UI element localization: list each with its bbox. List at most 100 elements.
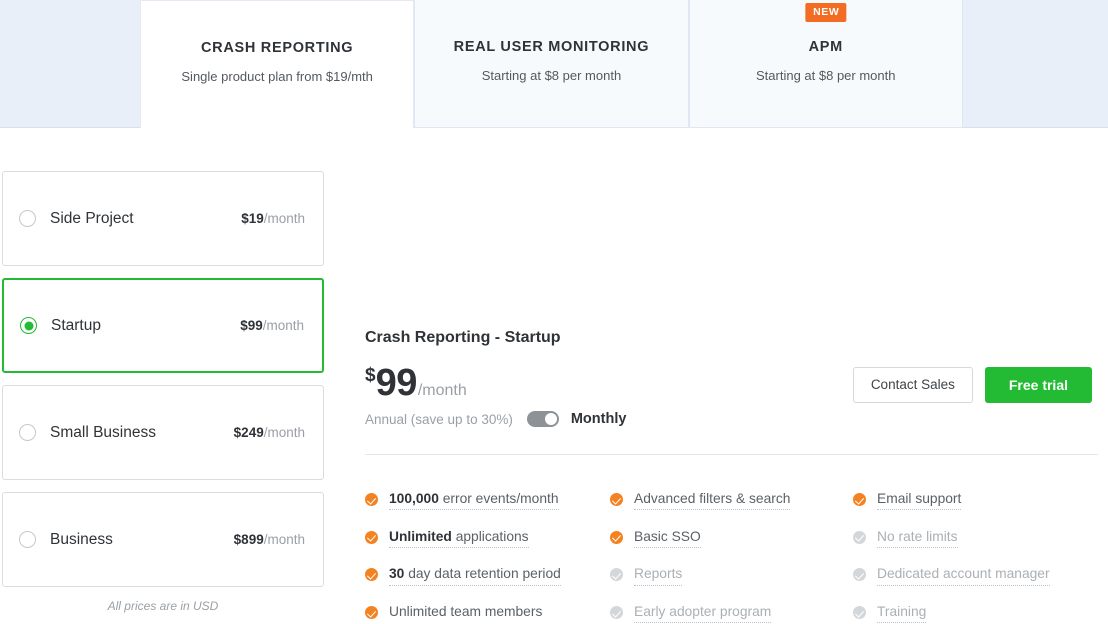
check-circle-disabled-icon (610, 606, 623, 620)
feature-label-text: Unlimited team members (389, 604, 543, 620)
feature-label-text: applications (451, 528, 529, 544)
feature-label[interactable]: Training (877, 603, 927, 624)
plan-price-amount: $19 (241, 211, 264, 226)
plan-price: $249/month (234, 425, 305, 440)
feature-label-emphasis: Unlimited (389, 528, 452, 544)
product-tab-0[interactable]: CRASH REPORTING Single product plan from … (140, 0, 415, 128)
feature-item: Basic SSO (610, 528, 853, 566)
plan-price-amount: $249 (233, 425, 264, 440)
tab-title: APM (808, 39, 843, 55)
check-circle-icon (610, 493, 623, 506)
feature-column-2: Email support No rate limits Dedicated acc… (853, 490, 1098, 624)
plan-list: Side Project $19/month Startup $99/month Sma… (2, 171, 324, 587)
plan-price: $19/month (241, 211, 305, 226)
plan-name: Business (50, 530, 113, 548)
plan-radio-icon[interactable] (19, 210, 36, 227)
plan-radio-icon[interactable] (19, 531, 36, 548)
feature-item: Advanced filters & search (610, 490, 853, 528)
feature-label[interactable]: Advanced filters & search (634, 490, 791, 511)
tabstrip-right-filler (963, 0, 1108, 128)
check-circle-icon (365, 493, 378, 506)
feature-label[interactable]: Basic SSO (634, 528, 701, 548)
price-period: /month (417, 382, 467, 399)
billing-annual-label[interactable]: Annual (save up to 30%) (365, 412, 513, 427)
plan-name: Startup (51, 316, 101, 334)
plan-price-period: /month (263, 211, 305, 226)
pricing-content: Side Project $19/month Startup $99/month Sma… (0, 128, 1108, 624)
section-divider (365, 454, 1098, 455)
feature-label: Unlimited team members (389, 603, 542, 620)
price-display: $ 99 /month (365, 362, 467, 405)
product-tab-1[interactable]: REAL USER MONITORING Starting at $8 per m… (414, 0, 689, 128)
feature-item: Email support (853, 490, 1098, 528)
plan-price-period: /month (262, 318, 304, 333)
plan-selector-column: Side Project $19/month Startup $99/month Sma… (2, 171, 324, 613)
feature-label-text: Basic SSO (634, 528, 701, 544)
feature-item: 100,000 error events/month (365, 490, 610, 528)
feature-label[interactable]: Early adopter program (634, 603, 772, 624)
product-tab-strip: CRASH REPORTING Single product plan from … (0, 0, 1108, 128)
plan-price: $99/month (240, 318, 304, 333)
feature-label[interactable]: Dedicated account manager (877, 565, 1050, 586)
plan-actions: Contact Sales Free trial (852, 367, 1092, 403)
check-circle-disabled-icon (853, 568, 866, 582)
plan-detail-panel: Crash Reporting - Startup $ 99 /month An… (365, 128, 1100, 624)
product-tab-2[interactable]: NEW APM Starting at $8 per month (688, 0, 963, 128)
plan-price-footnote: All prices are in USD (107, 599, 219, 613)
check-circle-icon (365, 568, 378, 582)
plan-card-1[interactable]: Startup $99/month (2, 278, 324, 373)
plan-price-amount: $899 (233, 532, 264, 547)
feature-label-text: Reports (634, 566, 683, 582)
plan-radio-icon[interactable] (20, 317, 37, 334)
feature-label-emphasis: 100,000 (389, 491, 439, 506)
feature-label-emphasis: 30 (389, 566, 405, 582)
feature-label-text: Email support (877, 491, 962, 506)
feature-item: Reports (610, 565, 853, 603)
feature-label[interactable]: 30 day data retention period (389, 565, 561, 586)
plan-price-amount: $99 (240, 318, 263, 333)
feature-label[interactable]: Unlimited applications (389, 528, 529, 548)
page-title: Crash Reporting - Startup (365, 329, 561, 346)
plan-card-3[interactable]: Business $899/month (2, 492, 324, 587)
check-circle-icon (365, 606, 378, 620)
feature-label[interactable]: No rate limits (877, 528, 958, 548)
feature-item: Early adopter program (610, 603, 853, 624)
plan-price: $899/month (234, 532, 305, 547)
check-circle-disabled-icon (853, 530, 866, 544)
check-circle-icon (610, 530, 623, 544)
feature-item: No rate limits (853, 528, 1098, 566)
feature-column-1: Advanced filters & search Basic SSO Report… (610, 490, 853, 624)
feature-label-text: No rate limits (877, 528, 958, 544)
tab-new-badge: NEW (805, 3, 847, 22)
check-circle-disabled-icon (610, 568, 623, 582)
feature-label-text: Dedicated account manager (877, 566, 1050, 582)
tab-title: REAL USER MONITORING (453, 39, 650, 55)
feature-label-text: day data retention period (404, 566, 561, 582)
feature-label[interactable]: Email support (877, 490, 962, 511)
plan-radio-icon[interactable] (19, 424, 36, 441)
feature-column-0: 100,000 error events/month Unlimited appl… (365, 490, 610, 624)
plan-card-2[interactable]: Small Business $249/month (2, 385, 324, 480)
tab-subtitle: Starting at $8 per month (481, 67, 622, 83)
check-circle-icon (853, 493, 866, 506)
feature-label[interactable]: Reports (634, 565, 683, 586)
plan-card-0[interactable]: Side Project $19/month (2, 171, 324, 266)
product-tabs: CRASH REPORTING Single product plan from … (140, 0, 963, 128)
free-trial-button[interactable]: Free trial (984, 367, 1092, 403)
feature-item: Unlimited applications (365, 528, 610, 566)
feature-item: Training (853, 603, 1098, 624)
feature-grid: 100,000 error events/month Unlimited appl… (365, 490, 1100, 624)
plan-name: Small Business (50, 423, 156, 441)
billing-monthly-label[interactable]: Monthly (571, 411, 627, 427)
tab-subtitle: Single product plan from $19/mth (181, 68, 373, 84)
feature-label-text: Advanced filters & search (634, 491, 791, 506)
check-circle-icon (365, 530, 378, 544)
feature-label-text: Training (877, 604, 927, 620)
feature-label[interactable]: 100,000 error events/month (389, 490, 559, 511)
plan-price-period: /month (263, 425, 305, 440)
plan-price-period: /month (263, 532, 305, 547)
contact-sales-button[interactable]: Contact Sales (852, 367, 973, 403)
tab-subtitle: Starting at $8 per month (756, 67, 896, 83)
tabstrip-left-filler (0, 0, 140, 128)
billing-period-toggle[interactable] (526, 411, 559, 427)
